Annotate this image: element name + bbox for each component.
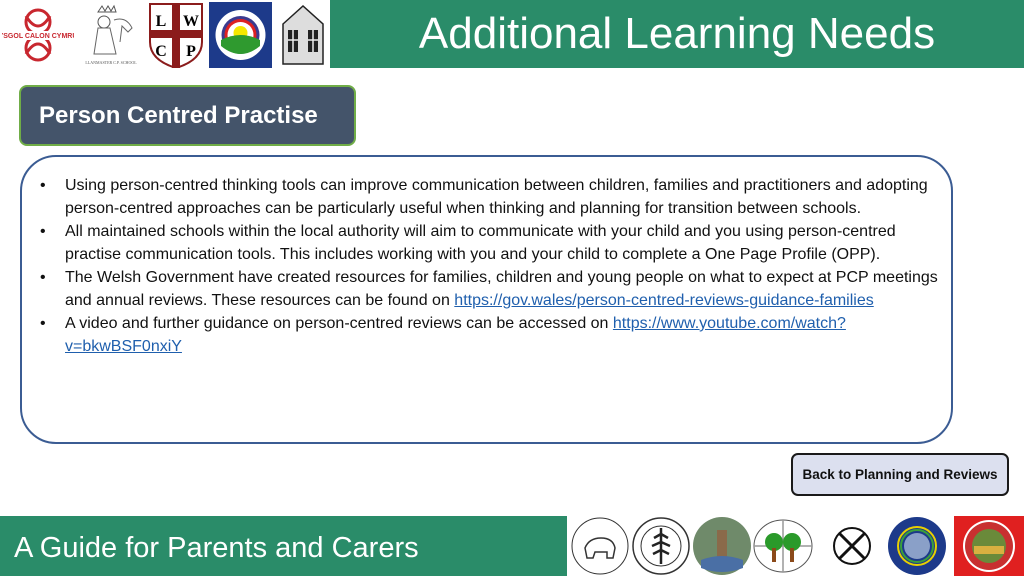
list-item: • A video and further guidance on person…: [40, 312, 940, 358]
crossgates-school-logo: [753, 519, 813, 573]
list-item-text: Using person-centred thinking tools can …: [65, 177, 928, 217]
svg-text:YSGOL CALON CYMRU: YSGOL CALON CYMRU: [2, 33, 74, 40]
back-to-planning-button[interactable]: Back to Planning and Reviews: [791, 453, 1009, 496]
irfon-valley-logo: [209, 2, 272, 68]
ysgol-calon-cymru-logo: YSGOL CALON CYMRU: [2, 2, 74, 68]
list-item: • All maintained schools within the loca…: [40, 220, 940, 266]
ysgol-trefonnen-logo: [632, 517, 690, 575]
rainbow-circle-logo: [888, 517, 946, 575]
page-title: Additional Learning Needs: [418, 9, 936, 58]
svg-text:L: L: [156, 13, 167, 30]
gov-wales-link[interactable]: https://gov.wales/person-centred-reviews…: [454, 292, 873, 309]
llanwrtyd-cp-school-logo: LLANMASTER C.P. SCHOOL: [80, 2, 142, 68]
svg-text:P: P: [186, 43, 196, 60]
bullet-icon: •: [40, 269, 46, 286]
mosaic-church-logo: [693, 517, 751, 575]
content-panel: • Using person-centred thinking tools ca…: [20, 155, 953, 444]
ysgol-gynradd-llanfair-ym-muallt-logo: [571, 517, 629, 575]
header-logos: YSGOL CALON CYMRU LLANMASTER C.P. SCHOOL…: [0, 0, 330, 70]
svg-text:W: W: [183, 13, 199, 30]
school-building-logo: [277, 2, 329, 68]
svg-text:C: C: [155, 43, 167, 60]
lwcp-shield-logo: L W C P: [149, 3, 203, 68]
list-item: • The Welsh Government have created reso…: [40, 266, 940, 312]
newbridge-on-wye-logo: [824, 518, 880, 574]
list-item: • Using person-centred thinking tools ca…: [40, 174, 940, 220]
list-item-text: All maintained schools within the local …: [65, 223, 896, 263]
section-title-badge: Person Centred Practise: [19, 85, 356, 146]
section-title: Person Centred Practise: [39, 102, 318, 129]
bullet-icon: •: [40, 315, 46, 332]
svg-text:LLANMASTER C.P. SCHOOL: LLANMASTER C.P. SCHOOL: [85, 60, 137, 65]
list-item-text: A video and further guidance on person-c…: [65, 315, 613, 332]
bullet-list: • Using person-centred thinking tools ca…: [40, 174, 940, 358]
footer-title: A Guide for Parents and Carers: [14, 532, 419, 564]
bullet-icon: •: [40, 223, 46, 240]
ysgol-dolafon-logo: [954, 516, 1024, 576]
bullet-icon: •: [40, 177, 46, 194]
